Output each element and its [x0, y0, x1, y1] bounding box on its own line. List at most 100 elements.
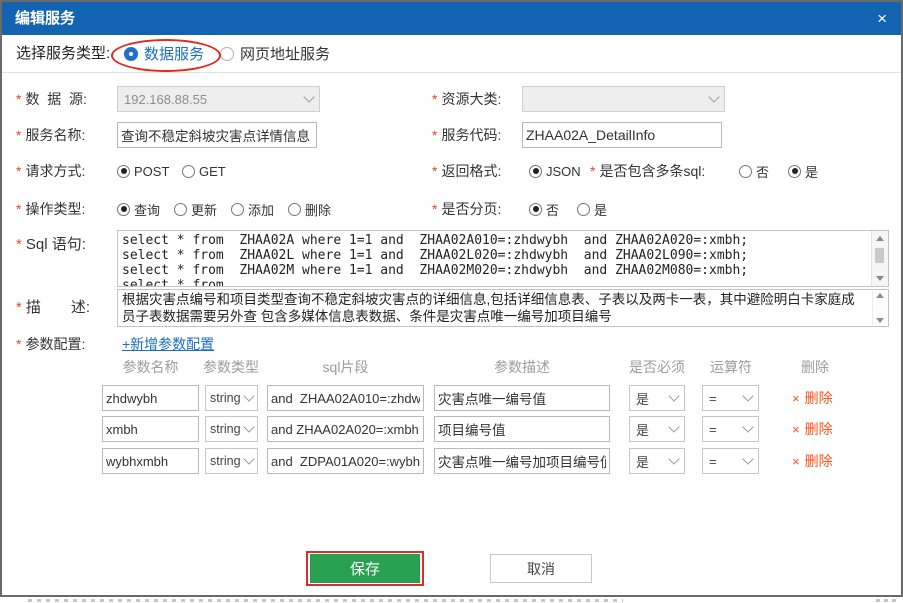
radio-op-add[interactable]: 添加 [231, 198, 274, 220]
radio-selected-icon [124, 47, 138, 61]
scroll-up-icon[interactable] [876, 236, 884, 241]
param-desc-input[interactable] [434, 448, 610, 474]
save-button[interactable]: 保存 [310, 554, 420, 583]
radio-web-url-service-label: 网页地址服务 [240, 43, 330, 64]
param-type-select[interactable]: string [205, 385, 258, 411]
required-mark: * [16, 236, 22, 253]
delete-param-link[interactable]: ×删除 [792, 448, 833, 474]
request-method-label: *请求方式: [16, 160, 85, 186]
chevron-down-icon [303, 91, 314, 102]
radio-post[interactable]: POST [117, 160, 169, 182]
scroll-down-icon[interactable] [876, 318, 884, 323]
radio-web-url-service[interactable]: 网页地址服务 [220, 35, 330, 72]
radio-pagination-no[interactable]: 否 [529, 198, 559, 220]
param-sql-input[interactable] [267, 448, 424, 474]
radio-checked-icon [529, 165, 542, 178]
sql-line: select * from ZHAA02M where 1=1 and ZHAA… [118, 263, 888, 278]
chevron-down-icon [668, 453, 679, 464]
sql-textarea[interactable]: select * from ZHAA02A where 1=1 and ZHAA… [117, 230, 889, 287]
radio-op-delete[interactable]: 删除 [288, 198, 331, 220]
close-icon[interactable]: × [877, 2, 887, 35]
param-type-select[interactable]: string [205, 448, 258, 474]
radio-unselected-icon [220, 47, 234, 61]
chevron-down-icon [668, 421, 679, 432]
param-required-select[interactable]: 是 [629, 448, 685, 474]
delete-x-icon: × [792, 422, 800, 437]
service-code-input[interactable] [522, 122, 722, 148]
required-mark: * [432, 91, 437, 107]
scroll-down-icon[interactable] [876, 276, 884, 281]
required-mark: * [16, 91, 21, 107]
param-desc-input[interactable] [434, 385, 610, 411]
delete-param-link[interactable]: ×删除 [792, 416, 833, 442]
delete-label: 删除 [805, 388, 833, 408]
radio-unchecked-icon [288, 203, 301, 216]
operation-type-label: *操作类型: [16, 198, 85, 224]
param-sql-input[interactable] [267, 385, 424, 411]
description-label: *描 述: [16, 295, 90, 321]
service-name-label: *服务名称: [16, 122, 85, 148]
header-delete: 删除 [785, 357, 845, 377]
edit-service-dialog: 编辑服务 × 选择服务类型: 数据服务 网页地址服务 *数 据 源: 192.1… [0, 0, 903, 597]
param-operator-select[interactable]: = [702, 385, 759, 411]
header-param-type: 参数类型 [192, 357, 270, 377]
param-required-value: 是 [636, 389, 649, 408]
radio-checked-icon [529, 203, 542, 216]
sql-scrollbar[interactable] [871, 231, 888, 286]
required-mark: * [590, 163, 595, 179]
resource-category-select[interactable] [522, 86, 725, 112]
radio-json[interactable]: JSON [529, 160, 581, 182]
param-type-value: string [210, 422, 241, 436]
resource-category-label: *资源大类: [432, 86, 501, 112]
radio-unchecked-icon [182, 165, 195, 178]
radio-multi-sql-no[interactable]: 否 [739, 160, 769, 182]
cancel-button[interactable]: 取消 [490, 554, 592, 583]
radio-op-update[interactable]: 更新 [174, 198, 217, 220]
chevron-down-icon [742, 390, 753, 401]
description-textarea[interactable]: 根据灾害点编号和项目类型查询不稳定斜坡灾害点的详细信息,包括详细信息表、子表以及… [117, 289, 889, 327]
required-mark: * [16, 163, 21, 179]
scroll-up-icon[interactable] [876, 293, 884, 298]
required-mark: * [16, 336, 21, 352]
return-format-label: *返回格式: [432, 160, 501, 186]
description-scrollbar[interactable] [872, 290, 888, 326]
service-name-input[interactable] [117, 122, 317, 148]
required-mark: * [432, 127, 437, 143]
delete-x-icon: × [792, 391, 800, 406]
radio-multi-sql-yes[interactable]: 是 [788, 160, 818, 182]
radio-op-query[interactable]: 查询 [117, 198, 160, 220]
add-param-link[interactable]: +新增参数配置 [122, 332, 214, 356]
param-name-input[interactable] [102, 448, 199, 474]
param-type-select[interactable]: string [205, 416, 258, 442]
param-operator-select[interactable]: = [702, 448, 759, 474]
param-desc-input[interactable] [434, 416, 610, 442]
param-name-input[interactable] [102, 416, 199, 442]
required-mark: * [432, 163, 437, 179]
radio-data-service-label: 数据服务 [144, 43, 204, 64]
param-operator-select[interactable]: = [702, 416, 759, 442]
radio-checked-icon [117, 203, 130, 216]
radio-checked-icon [788, 165, 801, 178]
datasource-select[interactable]: 192.168.88.55 [117, 86, 320, 112]
dialog-titlebar: 编辑服务 × [2, 2, 901, 35]
param-operator-value: = [709, 454, 717, 469]
chevron-down-icon [668, 390, 679, 401]
delete-param-link[interactable]: × 删除 [792, 385, 833, 411]
radio-unchecked-icon [231, 203, 244, 216]
required-mark: * [432, 201, 437, 217]
delete-x-icon: × [792, 454, 800, 469]
radio-pagination-yes[interactable]: 是 [577, 198, 607, 220]
param-sql-input[interactable] [267, 416, 424, 442]
param-required-value: 是 [636, 452, 649, 471]
param-required-select[interactable]: 是 [629, 416, 685, 442]
datasource-select-value: 192.168.88.55 [124, 92, 207, 107]
radio-data-service[interactable]: 数据服务 [124, 35, 204, 72]
param-required-select[interactable]: 是 [629, 385, 685, 411]
scroll-thumb[interactable] [875, 248, 884, 263]
params-config-label: *参数配置: [16, 332, 85, 358]
chevron-down-icon [243, 421, 254, 432]
required-mark: * [16, 201, 21, 217]
sql-line: select * from ZHAA02A where 1=1 and ZHAA… [118, 233, 888, 248]
param-name-input[interactable] [102, 385, 199, 411]
radio-get[interactable]: GET [182, 160, 226, 182]
